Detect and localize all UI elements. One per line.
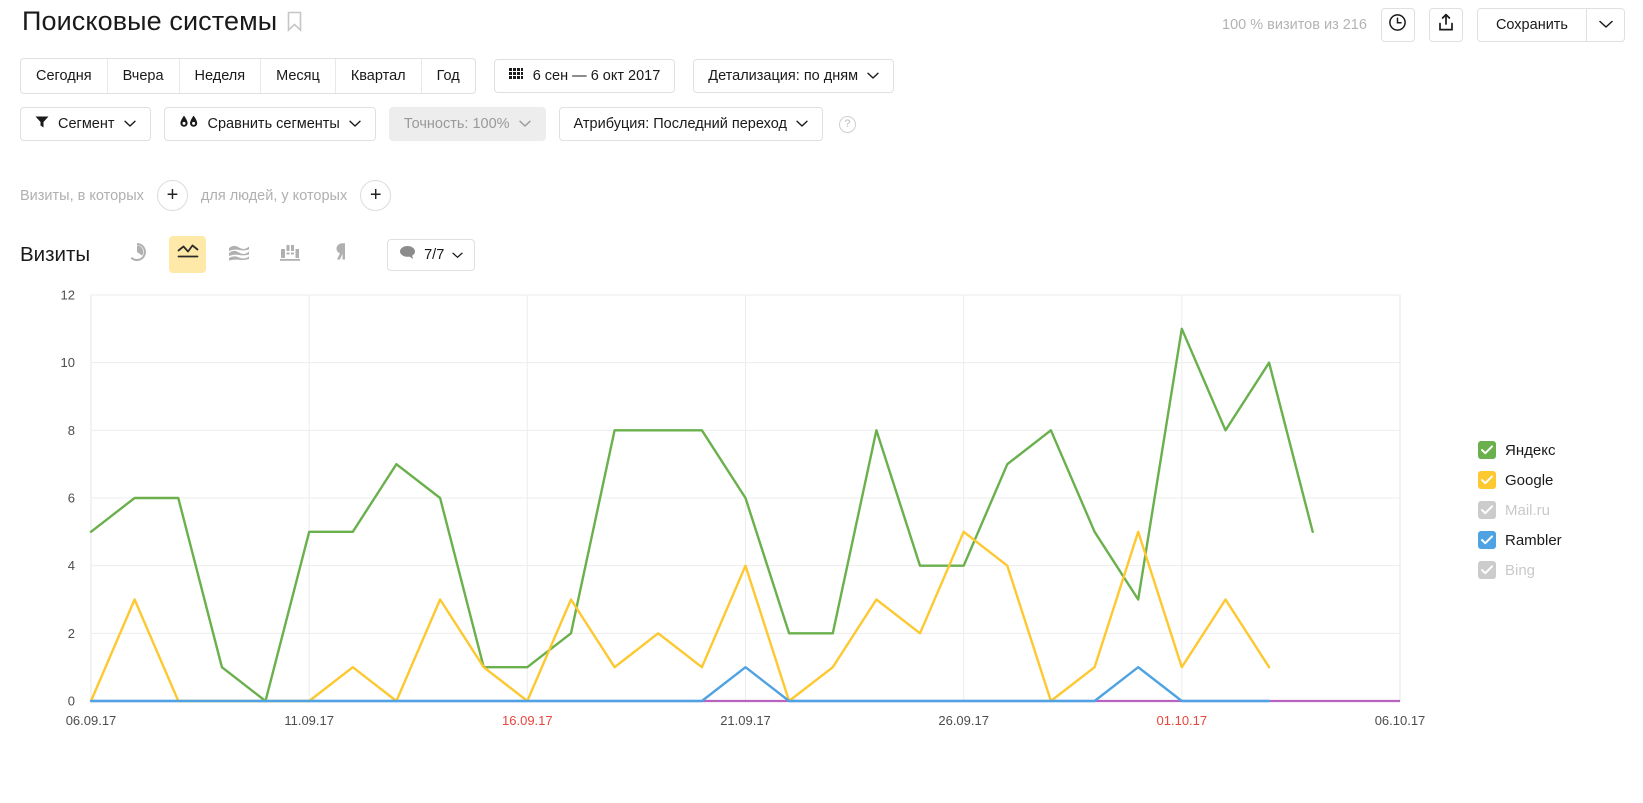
plus-icon: + bbox=[369, 183, 382, 206]
period-month[interactable]: Месяц bbox=[261, 59, 336, 93]
legend-item-rambler[interactable]: Rambler bbox=[1478, 531, 1562, 549]
x-axis-tick: 11.09.17 bbox=[284, 713, 334, 728]
view-pie-chart-button[interactable] bbox=[118, 236, 155, 273]
chevron-down-icon bbox=[518, 116, 531, 132]
legend-label: Яндекс bbox=[1505, 441, 1556, 459]
comments-button[interactable]: 7/7 bbox=[387, 238, 476, 271]
map-pin-icon bbox=[331, 242, 351, 267]
legend-checkbox[interactable] bbox=[1478, 531, 1496, 549]
page-title: Поисковые системы bbox=[22, 6, 278, 36]
calendar-icon bbox=[508, 67, 524, 86]
date-range-label: 6 сен — 6 окт 2017 bbox=[532, 68, 661, 84]
history-button[interactable] bbox=[1380, 8, 1415, 42]
segment-button[interactable]: Сегмент bbox=[20, 107, 151, 141]
accuracy-label: Точность: 100% bbox=[403, 116, 510, 132]
line-chart-icon bbox=[177, 243, 199, 266]
chevron-down-icon bbox=[349, 116, 361, 132]
period-today[interactable]: Сегодня bbox=[21, 59, 108, 93]
x-axis-tick: 16.09.17 bbox=[502, 713, 553, 728]
view-bar-chart-button[interactable] bbox=[271, 236, 308, 273]
y-axis-tick: 2 bbox=[68, 626, 75, 641]
legend-item-yandex[interactable]: Яндекс bbox=[1478, 441, 1562, 459]
y-axis-tick: 8 bbox=[68, 423, 75, 438]
metrica-report-page: Поисковые системы 100 % визитов из 216 С… bbox=[0, 0, 1643, 803]
chart-legend: Яндекс Google Mail.ru Rambler Bing bbox=[1478, 441, 1562, 579]
chevron-down-icon bbox=[123, 116, 136, 132]
period-segmented-control: Сегодня Вчера Неделя Месяц Квартал Год bbox=[20, 58, 476, 94]
period-toolbar: Сегодня Вчера Неделя Месяц Квартал Год 6… bbox=[20, 58, 895, 94]
chevron-down-icon bbox=[1598, 16, 1613, 34]
accuracy-button[interactable]: Точность: 100% bbox=[388, 107, 546, 141]
save-button[interactable]: Сохранить bbox=[1476, 8, 1587, 42]
y-axis-tick: 0 bbox=[68, 694, 75, 709]
page-header: Поисковые системы bbox=[22, 6, 302, 37]
visits-line-chart[interactable]: 0 2 4 6 8 10 12 06.09.17 11.09.17 16.09.17 21.09.1… bbox=[0, 286, 1643, 746]
comments-count: 7/7 bbox=[424, 246, 445, 263]
legend-item-google[interactable]: Google bbox=[1478, 471, 1562, 489]
pie-chart-icon bbox=[127, 242, 147, 267]
legend-label: Mail.ru bbox=[1505, 501, 1551, 519]
legend-item-mailru[interactable]: Mail.ru bbox=[1478, 501, 1562, 519]
save-button-group: Сохранить bbox=[1476, 8, 1625, 42]
speech-bubble-icon bbox=[399, 245, 416, 264]
x-axis-tick: 21.09.17 bbox=[720, 713, 771, 728]
compare-drops-icon bbox=[179, 115, 199, 134]
attribution-help-icon[interactable]: ? bbox=[838, 115, 856, 133]
segment-label: Сегмент bbox=[58, 116, 115, 132]
view-line-chart-button[interactable] bbox=[169, 236, 207, 273]
plus-icon: + bbox=[166, 183, 179, 206]
y-axis-tick: 4 bbox=[68, 558, 75, 573]
y-axis-tick: 12 bbox=[61, 288, 75, 303]
funnel-icon bbox=[35, 115, 49, 133]
legend-checkbox[interactable] bbox=[1478, 471, 1496, 489]
x-axis-tick: 06.09.17 bbox=[66, 713, 117, 728]
metric-label: Визиты bbox=[20, 242, 91, 266]
visits-filter-label: Визиты, в которых bbox=[20, 187, 144, 204]
visits-summary: 100 % визитов из 216 bbox=[1222, 17, 1367, 33]
period-quarter[interactable]: Квартал bbox=[336, 59, 422, 93]
people-filter-label: для людей, у которых bbox=[200, 187, 348, 204]
x-axis-tick: 06.10.17 bbox=[1375, 713, 1426, 728]
bookmark-icon[interactable] bbox=[287, 11, 302, 32]
segment-toolbar: Сегмент Сравнить сегменты Точность: 100% bbox=[20, 107, 856, 141]
attribution-label: Атрибуция: Последний переход bbox=[573, 116, 787, 132]
view-stacked-area-button[interactable] bbox=[220, 236, 257, 273]
legend-label: Google bbox=[1505, 471, 1554, 489]
date-range-button[interactable]: 6 сен — 6 окт 2017 bbox=[493, 59, 676, 93]
view-map-button[interactable] bbox=[322, 236, 359, 273]
detail-level-button[interactable]: Детализация: по дням bbox=[693, 59, 895, 93]
chevron-down-icon bbox=[452, 247, 463, 263]
legend-label: Rambler bbox=[1505, 531, 1562, 549]
legend-checkbox[interactable] bbox=[1478, 441, 1496, 459]
bar-chart-icon bbox=[279, 243, 300, 266]
detail-level-label: Детализация: по дням bbox=[708, 68, 859, 84]
y-axis-tick: 6 bbox=[68, 491, 75, 506]
compare-segments-label: Сравнить сегменты bbox=[207, 116, 340, 132]
legend-checkbox[interactable] bbox=[1478, 501, 1496, 519]
legend-checkbox[interactable] bbox=[1478, 561, 1496, 579]
metric-toolbar: Визиты 7/7 bbox=[20, 236, 476, 273]
period-week[interactable]: Неделя bbox=[180, 59, 262, 93]
clock-icon bbox=[1388, 13, 1407, 37]
save-dropdown-button[interactable] bbox=[1587, 8, 1625, 42]
legend-label: Bing bbox=[1505, 561, 1536, 579]
chevron-down-icon bbox=[796, 116, 808, 132]
x-axis-tick: 26.09.17 bbox=[938, 713, 989, 728]
chevron-down-icon bbox=[867, 68, 879, 84]
add-people-condition-button[interactable]: + bbox=[360, 180, 392, 211]
y-axis-tick: 10 bbox=[61, 355, 75, 370]
period-year[interactable]: Год bbox=[422, 59, 475, 93]
export-icon bbox=[1437, 13, 1455, 37]
header-actions: 100 % визитов из 216 Сохранить bbox=[1222, 8, 1625, 42]
x-axis-tick: 01.10.17 bbox=[1157, 713, 1208, 728]
period-yesterday[interactable]: Вчера bbox=[108, 59, 180, 93]
chart-container: 0 2 4 6 8 10 12 06.09.17 11.09.17 16.09.17 21.09.1… bbox=[0, 286, 1643, 746]
compare-segments-button[interactable]: Сравнить сегменты bbox=[163, 107, 376, 141]
legend-item-bing[interactable]: Bing bbox=[1478, 561, 1562, 579]
stacked-area-icon bbox=[228, 243, 250, 266]
export-button[interactable] bbox=[1428, 8, 1463, 42]
filter-builder: Визиты, в которых + для людей, у которых… bbox=[20, 180, 392, 211]
add-visit-condition-button[interactable]: + bbox=[156, 180, 188, 211]
attribution-button[interactable]: Атрибуция: Последний переход bbox=[558, 107, 823, 141]
